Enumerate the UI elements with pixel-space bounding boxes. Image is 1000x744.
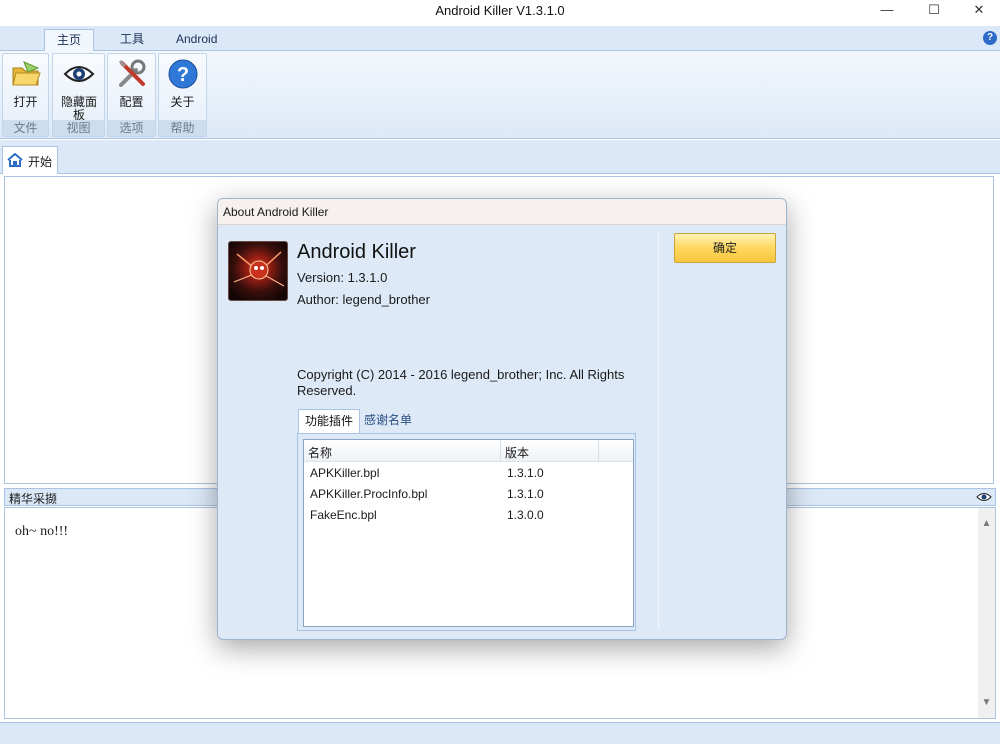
document-tab-bar: 开始: [0, 140, 1000, 174]
plugins-list-header: 名称 版本: [304, 440, 633, 462]
ribbon-group-file: 打开 文件: [2, 53, 49, 137]
group-label-view: 视图: [53, 120, 104, 136]
plugin-name: APKKiller.ProcInfo.bpl: [310, 487, 428, 501]
open-button-label: 打开: [13, 95, 38, 109]
settings-tools-icon: [118, 59, 146, 87]
column-divider[interactable]: [598, 440, 599, 462]
list-item[interactable]: APKKiller.bpl 1.3.1.0: [304, 463, 633, 484]
plugin-version: 1.3.1.0: [507, 466, 544, 480]
bottom-panel-text: oh~ no!!!: [15, 524, 69, 539]
config-label: 配置: [119, 95, 144, 109]
about-label: 关于: [170, 95, 195, 109]
plugin-version: 1.3.0.0: [507, 508, 544, 522]
group-label-help: 帮助: [159, 120, 206, 136]
about-dialog: About Android Killer Android Killer Vers…: [217, 198, 787, 640]
window-title: Android Killer V1.3.1.0: [435, 3, 565, 18]
ribbon-group-options: 配置 选项: [107, 53, 156, 137]
plugins-list[interactable]: 名称 版本 APKKiller.bpl 1.3.1.0 APKKiller.Pr…: [303, 439, 634, 627]
ribbon-tab-bar: 主页 工具 Android ?: [0, 26, 1000, 52]
list-item[interactable]: APKKiller.ProcInfo.bpl 1.3.1.0: [304, 484, 633, 505]
minimize-button[interactable]: —: [864, 0, 910, 22]
list-item[interactable]: FakeEnc.bpl 1.3.0.0: [304, 505, 633, 526]
ribbon-group-view: 隐藏面板 视图: [52, 53, 105, 137]
maximize-button[interactable]: ☐: [911, 0, 957, 22]
tab-credits[interactable]: 感谢名单: [358, 409, 418, 433]
eye-icon: [63, 66, 95, 82]
app-logo: [228, 241, 288, 301]
ribbon: 打开 文件 隐藏面板 视图 配置 选项 ? 关于 帮助: [0, 51, 1000, 139]
tab-start-label: 开始: [28, 155, 53, 169]
copyright-text: Copyright (C) 2014 - 2016 legend_brother…: [297, 367, 625, 398]
open-button[interactable]: 打开: [3, 54, 48, 120]
vertical-scrollbar[interactable]: ▲ ▼: [978, 508, 995, 718]
hide-panel-label: 隐藏面板: [60, 95, 97, 122]
plugins-tab-panel: 名称 版本 APKKiller.bpl 1.3.1.0 APKKiller.Pr…: [297, 433, 636, 631]
close-button[interactable]: ✕: [956, 0, 1000, 22]
dialog-title: About Android Killer: [223, 205, 329, 219]
svg-text:?: ?: [177, 64, 189, 86]
tab-tools[interactable]: 工具: [108, 29, 156, 51]
status-bar: [0, 722, 1000, 744]
plugin-name: FakeEnc.bpl: [310, 508, 377, 522]
app-author: Author: legend_brother: [297, 292, 430, 307]
scroll-up-icon[interactable]: ▲: [978, 518, 995, 529]
eye-icon[interactable]: [976, 491, 992, 503]
app-version: Version: 1.3.1.0: [297, 270, 388, 285]
group-label-options: 选项: [108, 120, 155, 136]
column-header-version[interactable]: 版本: [505, 444, 529, 461]
plugin-name: APKKiller.bpl: [310, 466, 380, 480]
help-icon[interactable]: ?: [983, 31, 997, 45]
tab-home[interactable]: 主页: [44, 29, 95, 52]
ok-button[interactable]: 确定: [674, 233, 776, 263]
home-icon: [7, 153, 23, 167]
dialog-divider: [658, 233, 659, 629]
group-label-file: 文件: [3, 120, 48, 136]
hide-panel-button[interactable]: 隐藏面板: [53, 54, 104, 122]
help-icon: ?: [168, 59, 198, 89]
app-logo-icon: [233, 251, 285, 287]
tab-start[interactable]: 开始: [2, 146, 58, 174]
title-bar: Android Killer V1.3.1.0 — ☐ ✕: [0, 0, 1000, 26]
tab-android[interactable]: Android: [164, 29, 229, 51]
about-button[interactable]: ? 关于: [159, 54, 206, 120]
scroll-down-icon[interactable]: ▼: [978, 697, 995, 708]
dialog-title-bar: About Android Killer: [218, 199, 786, 225]
column-header-name[interactable]: 名称: [308, 444, 332, 461]
plugin-version: 1.3.1.0: [507, 487, 544, 501]
app-name: Android Killer: [297, 241, 416, 263]
tab-plugins[interactable]: 功能插件: [298, 409, 361, 433]
column-divider[interactable]: [500, 440, 501, 462]
bottom-panel-title: 精华采撷: [9, 492, 58, 506]
config-button[interactable]: 配置: [108, 54, 155, 120]
ribbon-group-help: ? 关于 帮助: [158, 53, 207, 137]
open-folder-icon: [12, 61, 41, 86]
